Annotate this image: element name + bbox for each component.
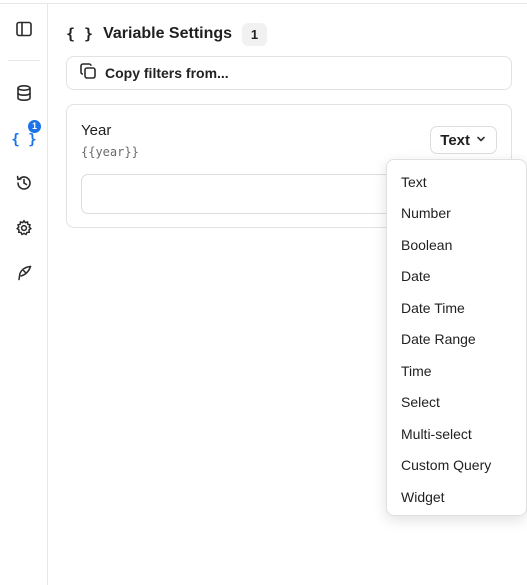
variables-icon: { } (11, 132, 37, 148)
menu-item-date-time[interactable]: Date Time (387, 292, 526, 324)
copy-icon (79, 62, 97, 85)
panel-toggle-icon (15, 20, 33, 43)
menu-item-widget[interactable]: Widget (387, 481, 526, 513)
copy-filters-label: Copy filters from... (105, 65, 229, 81)
sidebar-item-history[interactable] (9, 170, 39, 200)
history-icon (15, 174, 33, 197)
sidebar-toggle-button[interactable] (9, 16, 39, 46)
quill-icon (15, 264, 33, 287)
menu-item-date[interactable]: Date (387, 261, 526, 293)
gear-icon (15, 219, 33, 242)
variables-header-icon: { } (66, 25, 94, 43)
sidebar-rail: { } 1 (0, 4, 48, 585)
menu-item-time[interactable]: Time (387, 355, 526, 387)
variable-type-select[interactable]: Text (430, 126, 497, 154)
menu-item-date-range[interactable]: Date Range (387, 324, 526, 356)
copy-filters-button[interactable]: Copy filters from... (66, 56, 512, 90)
menu-item-text[interactable]: Text (387, 166, 526, 198)
menu-item-select[interactable]: Select (387, 387, 526, 419)
sidebar-item-style[interactable] (9, 260, 39, 290)
chevron-down-icon (476, 131, 486, 149)
database-icon (15, 84, 33, 107)
menu-item-custom-query[interactable]: Custom Query (387, 450, 526, 482)
variable-count-badge: 1 (242, 22, 268, 46)
page-title: Variable Settings (103, 25, 233, 42)
top-border (0, 0, 527, 4)
sidebar-item-variables[interactable]: { } 1 (9, 120, 41, 155)
sidebar-item-data[interactable] (9, 80, 39, 110)
variable-name: Year (81, 122, 112, 139)
variables-count-badge: 1 (28, 120, 41, 133)
type-dropdown-menu: Text Number Boolean Date Date Time Date … (386, 159, 527, 516)
menu-item-boolean[interactable]: Boolean (387, 229, 526, 261)
menu-item-multi-select[interactable]: Multi-select (387, 418, 526, 450)
menu-item-number[interactable]: Number (387, 198, 526, 230)
sidebar-item-settings[interactable] (9, 215, 39, 245)
variable-token: {{year}} (81, 145, 139, 159)
panel-header: { } Variable Settings 1 (66, 22, 268, 46)
variable-type-label: Text (440, 131, 470, 149)
sidebar-divider (8, 60, 40, 61)
